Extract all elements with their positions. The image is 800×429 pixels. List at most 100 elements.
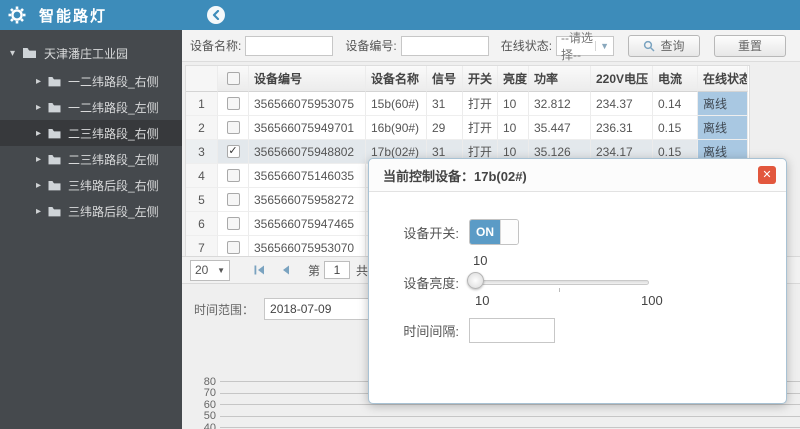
sidebar-item-3[interactable]: ▸ 二三纬路段_左侧 <box>0 146 182 172</box>
caret-right-icon[interactable]: ▸ <box>36 154 48 165</box>
row-number: 3 <box>186 140 218 164</box>
sidebar-item-1[interactable]: ▸ 一二纬路段_左侧 <box>0 94 182 120</box>
time-range-label: 时间范围： <box>194 302 255 317</box>
table-cell: 15b(60#) <box>366 92 427 116</box>
header-online-status[interactable]: 在线状态 <box>698 66 748 92</box>
header-current[interactable]: 电流 <box>653 66 698 92</box>
sidebar-item-label: 三纬路后段_右侧 <box>68 178 159 193</box>
page-size-select[interactable]: 20 ▼ <box>190 259 230 281</box>
header-voltage[interactable]: 220V电压 <box>591 66 653 92</box>
table-cell: 356566075949701 <box>249 116 366 140</box>
header-device-no[interactable]: 设备编号 <box>249 66 366 92</box>
brightness-row: 设备亮度: <box>369 271 649 293</box>
page-size-value: 20 <box>195 263 209 277</box>
brightness-slider[interactable] <box>467 272 649 292</box>
header-brightness[interactable]: 亮度 <box>498 66 529 92</box>
header-switch[interactable]: 开关 <box>463 66 498 92</box>
query-button-label: 查询 <box>660 39 685 53</box>
close-icon[interactable]: ✕ <box>758 166 776 184</box>
dialog-title: 当前控制设备：17b(02#) <box>383 168 527 184</box>
table-cell: 打开 <box>463 92 498 116</box>
table-cell: 356566075146035 <box>249 164 366 188</box>
sidebar-item-label: 三纬路后段_左侧 <box>68 204 159 219</box>
sidebar-item-label: 一二纬路段_左侧 <box>68 100 159 115</box>
page-number-input[interactable] <box>324 261 351 279</box>
folder-icon <box>48 154 61 165</box>
header-signal[interactable]: 信号 <box>427 66 463 92</box>
table-row[interactable]: 2 356566075949701 16b(90#) 29 打开 10 35.447 236.… <box>186 116 748 140</box>
caret-right-icon[interactable]: ▸ <box>36 128 48 139</box>
first-page-button[interactable] <box>248 265 270 275</box>
online-status-value: --请选择-- <box>561 30 594 62</box>
folder-icon <box>48 180 61 191</box>
row-checkbox[interactable] <box>218 92 249 116</box>
caret-right-icon[interactable]: ▸ <box>36 102 48 113</box>
interval-label: 时间间隔: <box>403 323 459 339</box>
header-device-name[interactable]: 设备名称 <box>366 66 427 92</box>
sidebar-item-root[interactable]: ▾ 天津潘庄工业园 <box>0 38 182 68</box>
interval-input[interactable] <box>469 317 555 343</box>
sidebar-item-5[interactable]: ▸ 三纬路后段_左侧 <box>0 198 182 224</box>
toggle-knob[interactable] <box>500 220 518 244</box>
page-prefix-label: 第 <box>308 263 321 278</box>
table-row[interactable]: 1 356566075953075 15b(60#) 31 打开 10 32.812 234.… <box>186 92 748 116</box>
row-number: 4 <box>186 164 218 188</box>
query-button[interactable]: 查询 <box>628 34 700 57</box>
slider-track[interactable] <box>469 280 649 285</box>
gridline <box>220 427 800 429</box>
caret-right-icon[interactable]: ▸ <box>36 180 48 191</box>
caret-right-icon[interactable]: ▸ <box>36 206 48 217</box>
smart-streetlight-app: 智能路灯 ▾ 天津潘庄工业园 ▸ 一二纬路段_右侧 ▸ 一二纬路段_左侧 ▸ 二三纬路段_… <box>0 0 800 429</box>
table-cell: 打开 <box>463 116 498 140</box>
y-axis-tick-label: 80 <box>203 375 216 388</box>
interval-row: 时间间隔: <box>369 317 555 343</box>
table-cell: 356566075953075 <box>249 92 366 116</box>
folder-icon <box>48 102 61 113</box>
folder-icon <box>48 128 61 139</box>
y-axis-tick-label: 70 <box>203 387 216 400</box>
switch-label: 设备开关: <box>403 225 459 241</box>
sidebar-item-label: 一二纬路段_右侧 <box>68 74 159 89</box>
online-status-select[interactable]: --请选择-- ▼ <box>556 31 614 62</box>
caret-down-icon[interactable]: ▾ <box>10 48 22 59</box>
table-cell: 234.37 <box>591 92 653 116</box>
back-button[interactable] <box>207 6 225 24</box>
brightness-max-label: 100 <box>641 293 663 308</box>
folder-icon <box>48 76 61 87</box>
table-cell: 236.31 <box>591 116 653 140</box>
caret-right-icon[interactable]: ▸ <box>36 76 48 87</box>
table-header-row: 设备编号 设备名称 信号 开关 亮度 功率 220V电压 电流 在线状态 <box>186 66 748 92</box>
table-cell: 35.447 <box>529 116 591 140</box>
table-cell: 10 <box>498 116 529 140</box>
switch-row: 设备开关: ON <box>369 219 519 245</box>
row-number: 1 <box>186 92 218 116</box>
row-checkbox[interactable] <box>218 164 249 188</box>
device-name-label: 设备名称: <box>190 39 242 53</box>
dialog-header[interactable]: 当前控制设备：17b(02#) ✕ <box>369 159 786 192</box>
reset-button[interactable]: 重置 <box>714 34 786 57</box>
online-status-label: 在线状态: <box>500 39 553 53</box>
table-cell: 16b(90#) <box>366 116 427 140</box>
table-cell: 31 <box>427 92 463 116</box>
sidebar-item-4[interactable]: ▸ 三纬路后段_右侧 <box>0 172 182 198</box>
sidebar-item-2[interactable]: ▸ 二三纬路段_右侧 <box>0 120 182 146</box>
sidebar: ▾ 天津潘庄工业园 ▸ 一二纬路段_右侧 ▸ 一二纬路段_左侧 ▸ 二三纬路段_右侧 ▸ 二三… <box>0 30 182 429</box>
sidebar-item-0[interactable]: ▸ 一二纬路段_右侧 <box>0 68 182 94</box>
table-cell: 32.812 <box>529 92 591 116</box>
row-checkbox[interactable]: ✓ <box>218 140 249 164</box>
row-checkbox[interactable] <box>218 188 249 212</box>
reset-button-label: 重置 <box>737 39 762 53</box>
header-power[interactable]: 功率 <box>529 66 591 92</box>
row-checkbox[interactable] <box>218 212 249 236</box>
prev-page-button[interactable] <box>274 265 296 275</box>
chevron-down-icon: ▼ <box>217 265 225 275</box>
slider-handle[interactable] <box>467 272 484 289</box>
device-name-input[interactable] <box>245 35 334 56</box>
device-no-input[interactable] <box>400 35 489 56</box>
row-checkbox[interactable] <box>218 116 249 140</box>
device-switch-toggle[interactable]: ON <box>469 219 519 245</box>
select-all-checkbox[interactable] <box>218 66 249 92</box>
row-number: 2 <box>186 116 218 140</box>
sidebar-root-label: 天津潘庄工业园 <box>44 46 129 61</box>
gridline <box>220 404 800 406</box>
